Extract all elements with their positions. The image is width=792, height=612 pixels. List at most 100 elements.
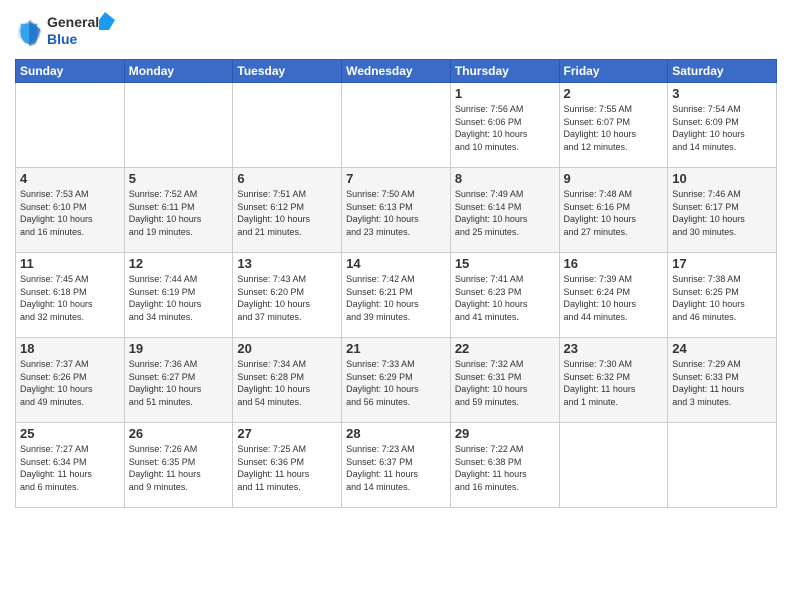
- logo-text: General Blue: [47, 10, 117, 53]
- day-info: Sunrise: 7:45 AM Sunset: 6:18 PM Dayligh…: [20, 273, 120, 323]
- day-info: Sunrise: 7:25 AM Sunset: 6:36 PM Dayligh…: [237, 443, 337, 493]
- day-info: Sunrise: 7:27 AM Sunset: 6:34 PM Dayligh…: [20, 443, 120, 493]
- day-number: 13: [237, 256, 337, 271]
- calendar-week-row: 1 Sunrise: 7:56 AM Sunset: 6:06 PM Daylig…: [16, 83, 777, 168]
- day-number: 23: [564, 341, 664, 356]
- day-number: 4: [20, 171, 120, 186]
- day-info: Sunrise: 7:52 AM Sunset: 6:11 PM Dayligh…: [129, 188, 229, 238]
- calendar-week-row: 11 Sunrise: 7:45 AM Sunset: 6:18 PM Dayli…: [16, 253, 777, 338]
- day-info: Sunrise: 7:30 AM Sunset: 6:32 PM Dayligh…: [564, 358, 664, 408]
- calendar-cell: 8 Sunrise: 7:49 AM Sunset: 6:14 PM Daylig…: [450, 168, 559, 253]
- calendar-cell: 5 Sunrise: 7:52 AM Sunset: 6:11 PM Daylig…: [124, 168, 233, 253]
- day-info: Sunrise: 7:44 AM Sunset: 6:19 PM Dayligh…: [129, 273, 229, 323]
- day-info: Sunrise: 7:56 AM Sunset: 6:06 PM Dayligh…: [455, 103, 555, 153]
- day-number: 3: [672, 86, 772, 101]
- day-info: Sunrise: 7:36 AM Sunset: 6:27 PM Dayligh…: [129, 358, 229, 408]
- day-number: 25: [20, 426, 120, 441]
- calendar-week-row: 25 Sunrise: 7:27 AM Sunset: 6:34 PM Dayli…: [16, 423, 777, 508]
- weekday-header-thursday: Thursday: [450, 60, 559, 83]
- weekday-header-row: SundayMondayTuesdayWednesdayThursdayFrid…: [16, 60, 777, 83]
- day-number: 9: [564, 171, 664, 186]
- day-number: 8: [455, 171, 555, 186]
- day-number: 15: [455, 256, 555, 271]
- calendar-cell: [342, 83, 451, 168]
- day-number: 18: [20, 341, 120, 356]
- day-number: 12: [129, 256, 229, 271]
- day-number: 7: [346, 171, 446, 186]
- day-number: 24: [672, 341, 772, 356]
- day-number: 6: [237, 171, 337, 186]
- calendar-cell: 11 Sunrise: 7:45 AM Sunset: 6:18 PM Dayli…: [16, 253, 125, 338]
- calendar-cell: 27 Sunrise: 7:25 AM Sunset: 6:36 PM Dayli…: [233, 423, 342, 508]
- day-number: 10: [672, 171, 772, 186]
- day-number: 1: [455, 86, 555, 101]
- day-number: 26: [129, 426, 229, 441]
- day-number: 2: [564, 86, 664, 101]
- day-number: 20: [237, 341, 337, 356]
- day-info: Sunrise: 7:33 AM Sunset: 6:29 PM Dayligh…: [346, 358, 446, 408]
- day-number: 19: [129, 341, 229, 356]
- calendar-cell: 10 Sunrise: 7:46 AM Sunset: 6:17 PM Dayli…: [668, 168, 777, 253]
- day-number: 11: [20, 256, 120, 271]
- calendar-header: General Blue: [15, 10, 777, 53]
- day-info: Sunrise: 7:29 AM Sunset: 6:33 PM Dayligh…: [672, 358, 772, 408]
- calendar-week-row: 18 Sunrise: 7:37 AM Sunset: 6:26 PM Dayli…: [16, 338, 777, 423]
- day-info: Sunrise: 7:48 AM Sunset: 6:16 PM Dayligh…: [564, 188, 664, 238]
- logo: General Blue: [15, 10, 117, 53]
- calendar-cell: 20 Sunrise: 7:34 AM Sunset: 6:28 PM Dayli…: [233, 338, 342, 423]
- day-info: Sunrise: 7:26 AM Sunset: 6:35 PM Dayligh…: [129, 443, 229, 493]
- day-info: Sunrise: 7:34 AM Sunset: 6:28 PM Dayligh…: [237, 358, 337, 408]
- day-number: 27: [237, 426, 337, 441]
- calendar-cell: 29 Sunrise: 7:22 AM Sunset: 6:38 PM Dayli…: [450, 423, 559, 508]
- calendar-cell: 16 Sunrise: 7:39 AM Sunset: 6:24 PM Dayli…: [559, 253, 668, 338]
- day-info: Sunrise: 7:39 AM Sunset: 6:24 PM Dayligh…: [564, 273, 664, 323]
- day-info: Sunrise: 7:50 AM Sunset: 6:13 PM Dayligh…: [346, 188, 446, 238]
- calendar-cell: 17 Sunrise: 7:38 AM Sunset: 6:25 PM Dayli…: [668, 253, 777, 338]
- calendar-cell: 7 Sunrise: 7:50 AM Sunset: 6:13 PM Daylig…: [342, 168, 451, 253]
- calendar-cell: 2 Sunrise: 7:55 AM Sunset: 6:07 PM Daylig…: [559, 83, 668, 168]
- day-info: Sunrise: 7:53 AM Sunset: 6:10 PM Dayligh…: [20, 188, 120, 238]
- calendar-cell: 14 Sunrise: 7:42 AM Sunset: 6:21 PM Dayli…: [342, 253, 451, 338]
- calendar-cell: [233, 83, 342, 168]
- calendar-cell: 25 Sunrise: 7:27 AM Sunset: 6:34 PM Dayli…: [16, 423, 125, 508]
- calendar-cell: 28 Sunrise: 7:23 AM Sunset: 6:37 PM Dayli…: [342, 423, 451, 508]
- day-info: Sunrise: 7:37 AM Sunset: 6:26 PM Dayligh…: [20, 358, 120, 408]
- calendar-cell: [668, 423, 777, 508]
- weekday-header-tuesday: Tuesday: [233, 60, 342, 83]
- day-info: Sunrise: 7:46 AM Sunset: 6:17 PM Dayligh…: [672, 188, 772, 238]
- day-info: Sunrise: 7:55 AM Sunset: 6:07 PM Dayligh…: [564, 103, 664, 153]
- calendar-cell: 15 Sunrise: 7:41 AM Sunset: 6:23 PM Dayli…: [450, 253, 559, 338]
- calendar-cell: 19 Sunrise: 7:36 AM Sunset: 6:27 PM Dayli…: [124, 338, 233, 423]
- calendar-cell: [124, 83, 233, 168]
- day-number: 5: [129, 171, 229, 186]
- calendar-cell: 18 Sunrise: 7:37 AM Sunset: 6:26 PM Dayli…: [16, 338, 125, 423]
- day-info: Sunrise: 7:42 AM Sunset: 6:21 PM Dayligh…: [346, 273, 446, 323]
- svg-text:General: General: [47, 14, 99, 30]
- day-info: Sunrise: 7:38 AM Sunset: 6:25 PM Dayligh…: [672, 273, 772, 323]
- day-number: 14: [346, 256, 446, 271]
- calendar-cell: 6 Sunrise: 7:51 AM Sunset: 6:12 PM Daylig…: [233, 168, 342, 253]
- day-info: Sunrise: 7:51 AM Sunset: 6:12 PM Dayligh…: [237, 188, 337, 238]
- day-info: Sunrise: 7:41 AM Sunset: 6:23 PM Dayligh…: [455, 273, 555, 323]
- logo-icon: [15, 18, 43, 46]
- day-number: 22: [455, 341, 555, 356]
- day-number: 28: [346, 426, 446, 441]
- day-number: 29: [455, 426, 555, 441]
- calendar-cell: [559, 423, 668, 508]
- day-number: 16: [564, 256, 664, 271]
- calendar-table: SundayMondayTuesdayWednesdayThursdayFrid…: [15, 59, 777, 508]
- calendar-cell: 12 Sunrise: 7:44 AM Sunset: 6:19 PM Dayli…: [124, 253, 233, 338]
- calendar-cell: [16, 83, 125, 168]
- day-info: Sunrise: 7:22 AM Sunset: 6:38 PM Dayligh…: [455, 443, 555, 493]
- calendar-cell: 23 Sunrise: 7:30 AM Sunset: 6:32 PM Dayli…: [559, 338, 668, 423]
- svg-text:Blue: Blue: [47, 31, 78, 47]
- weekday-header-friday: Friday: [559, 60, 668, 83]
- day-info: Sunrise: 7:23 AM Sunset: 6:37 PM Dayligh…: [346, 443, 446, 493]
- calendar-cell: 24 Sunrise: 7:29 AM Sunset: 6:33 PM Dayli…: [668, 338, 777, 423]
- calendar-cell: 22Sunrise: 7:32 AM Sunset: 6:31 PM Dayli…: [450, 338, 559, 423]
- calendar-week-row: 4 Sunrise: 7:53 AM Sunset: 6:10 PM Daylig…: [16, 168, 777, 253]
- calendar-cell: 9 Sunrise: 7:48 AM Sunset: 6:16 PM Daylig…: [559, 168, 668, 253]
- day-info: Sunrise: 7:49 AM Sunset: 6:14 PM Dayligh…: [455, 188, 555, 238]
- weekday-header-saturday: Saturday: [668, 60, 777, 83]
- day-number: 17: [672, 256, 772, 271]
